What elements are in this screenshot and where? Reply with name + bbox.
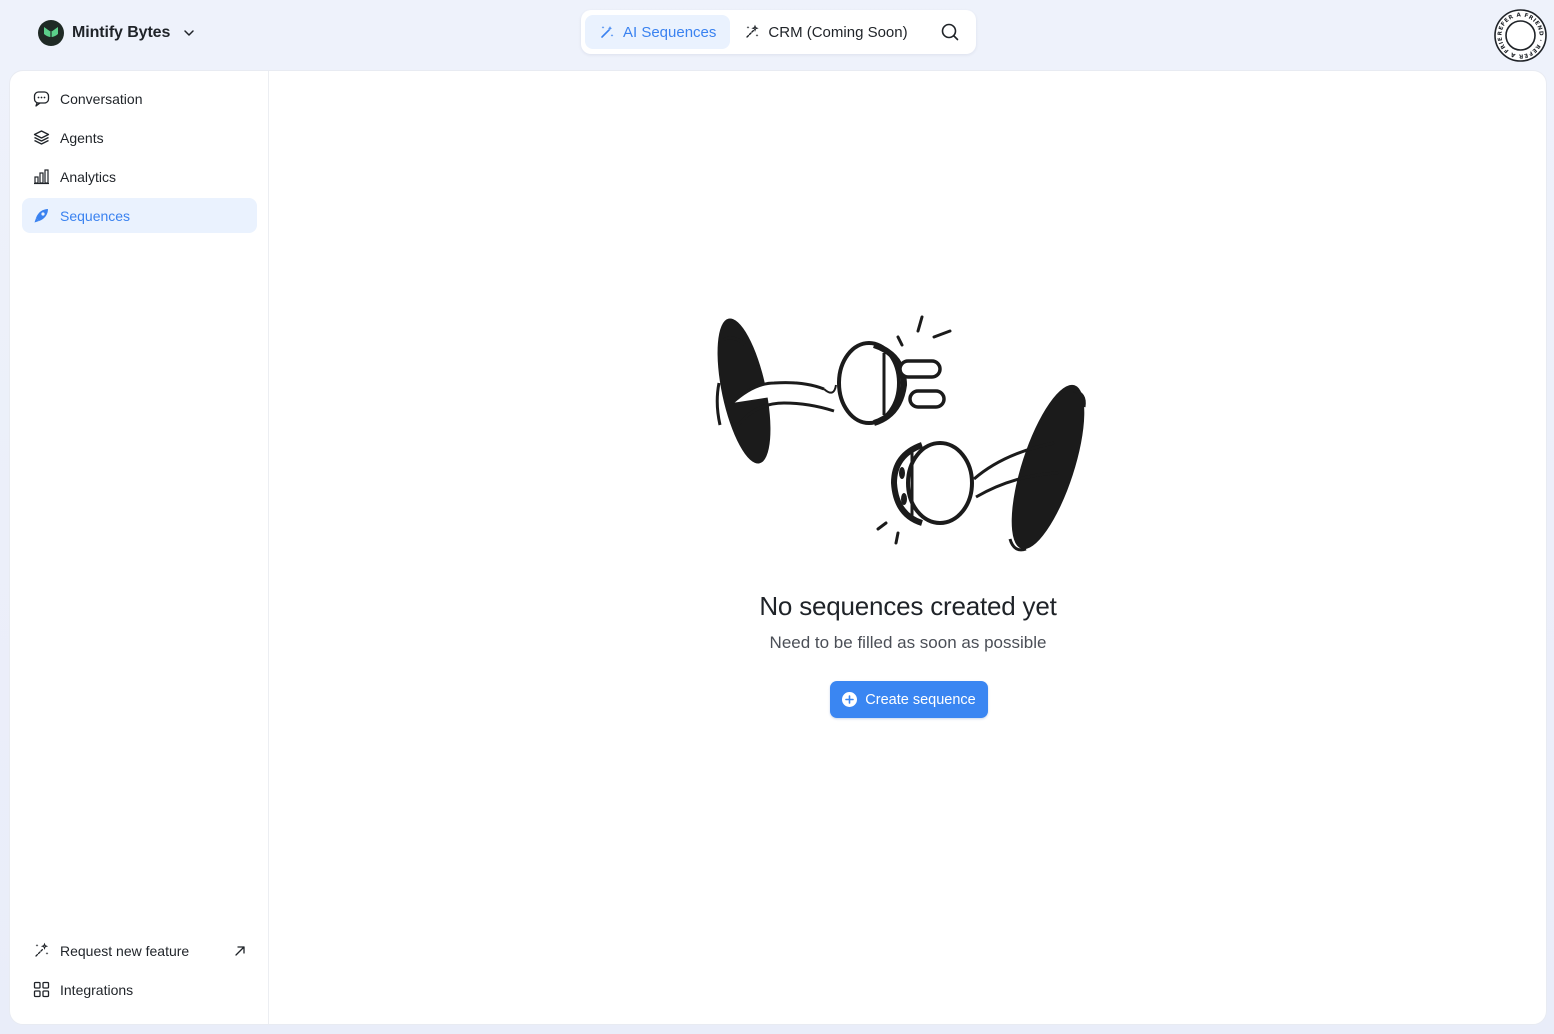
magic-wand-icon (32, 942, 50, 960)
sidebar-item-conversation[interactable]: Conversation (22, 81, 257, 116)
sparkle-wand-icon (744, 24, 760, 40)
unplugged-cable-illustration (714, 303, 1104, 563)
main-panel: Conversation Agents Analytics Sequences (9, 70, 1547, 1025)
sidebar-item-sequences[interactable]: Sequences (22, 198, 257, 233)
sidebar-bottom: Request new feature Integrations (22, 933, 257, 1011)
rocket-icon (32, 207, 50, 225)
external-link-arrow-icon (233, 944, 247, 958)
sidebar-item-label: Request new feature (60, 942, 190, 959)
workspace-switcher[interactable]: Mintify Bytes (38, 19, 196, 47)
sidebar-item-label: Agents (60, 129, 104, 146)
workspace-name: Mintify Bytes (72, 24, 171, 41)
sidebar-nav: Conversation Agents Analytics Sequences (22, 81, 257, 237)
tab-crm[interactable]: CRM (Coming Soon) (730, 15, 921, 49)
refer-a-friend-badge[interactable]: REFER A FRIEND · REFER A FRIEND · (1491, 5, 1547, 62)
plus-circle-icon (842, 692, 858, 707)
sidebar-item-label: Conversation (60, 90, 143, 107)
chat-icon (32, 90, 50, 108)
sidebar-item-request-feature[interactable]: Request new feature (22, 933, 257, 968)
sidebar-item-integrations[interactable]: Integrations (22, 972, 257, 1007)
tab-crm-label: CRM (Coming Soon) (768, 23, 908, 41)
empty-state-subtitle: Need to be filled as soon as possible (769, 633, 1047, 652)
magic-wand-icon (599, 24, 615, 40)
sidebar-item-label: Sequences (60, 207, 131, 224)
grid-icon (32, 981, 50, 999)
brand-logo-icon (38, 20, 64, 46)
sidebar-item-label: Integrations (60, 981, 134, 998)
empty-state-title: No sequences created yet (759, 591, 1057, 621)
create-sequence-button[interactable]: Create sequence (830, 681, 988, 718)
tab-ai-sequences-label: AI Sequences (623, 23, 717, 41)
content-area: No sequences created yet Need to be fill… (270, 71, 1546, 1024)
bar-chart-icon (32, 168, 50, 186)
search-icon[interactable] (938, 20, 962, 44)
create-sequence-label: Create sequence (865, 691, 976, 708)
chevron-down-icon (182, 26, 196, 40)
sidebar-item-analytics[interactable]: Analytics (22, 159, 257, 194)
sidebar: Conversation Agents Analytics Sequences (10, 71, 269, 1024)
sidebar-item-label: Analytics (60, 168, 117, 185)
tab-ai-sequences[interactable]: AI Sequences (585, 15, 731, 49)
sidebar-item-agents[interactable]: Agents (22, 120, 257, 155)
top-navigation: AI Sequences CRM (Coming Soon) (581, 10, 976, 54)
layers-icon (32, 129, 50, 147)
top-bar: Mintify Bytes AI Sequences CRM (Coming S… (0, 0, 1554, 68)
